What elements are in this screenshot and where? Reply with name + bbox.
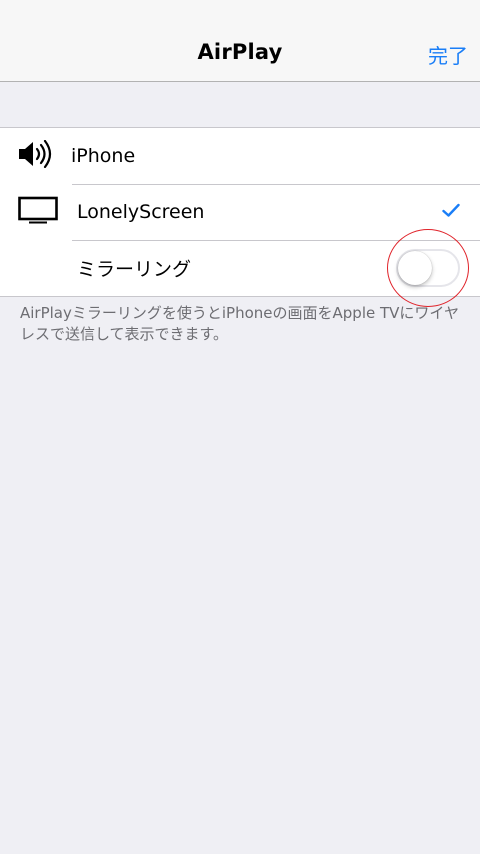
device-label-lonelyscreen: LonelyScreen xyxy=(77,201,205,223)
mirroring-label: ミラーリング xyxy=(77,258,192,281)
mirroring-description: AirPlayミラーリングを使うとiPhoneの画面をApple TVにワイヤレ… xyxy=(20,304,459,343)
tv-icon xyxy=(18,196,58,228)
device-row-lonelyscreen[interactable]: LonelyScreen xyxy=(0,184,480,240)
toggle-knob xyxy=(398,251,432,285)
done-button[interactable]: 完了 xyxy=(428,40,468,69)
mirroring-row: ミラーリング xyxy=(0,240,480,296)
nav-title: AirPlay xyxy=(197,40,283,64)
airplay-device-list: iPhone LonelyScreen ミラーリング xyxy=(0,127,480,297)
checkmark-icon xyxy=(442,203,460,222)
speaker-icon xyxy=(18,139,54,172)
mirroring-toggle[interactable] xyxy=(396,249,460,287)
navigation-bar: AirPlay 完了 xyxy=(0,0,480,82)
device-row-iphone[interactable]: iPhone xyxy=(0,128,480,184)
device-label-iphone: iPhone xyxy=(71,145,136,167)
